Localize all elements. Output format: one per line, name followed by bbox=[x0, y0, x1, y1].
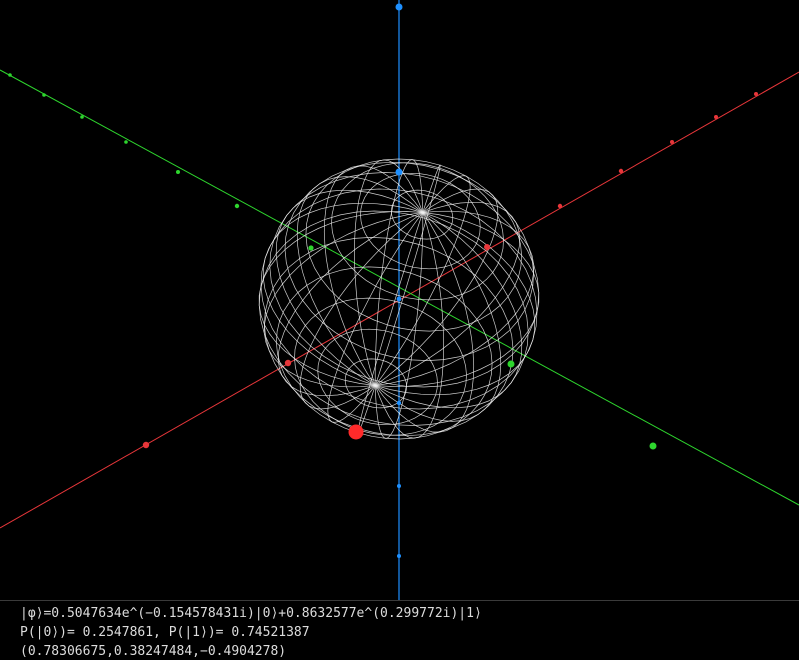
z-axis-tick-marker bbox=[397, 484, 401, 488]
sphere-latitude-line bbox=[317, 328, 438, 426]
sphere-latitude-line bbox=[258, 210, 529, 426]
z-axis-tick-marker bbox=[397, 554, 401, 558]
x-axis-tick-marker bbox=[142, 441, 150, 449]
z-axis-tick-marker bbox=[396, 296, 402, 302]
sphere-longitude-line bbox=[323, 165, 423, 386]
measurement-probabilities: P(|0⟩)= 0.2547861, P(|1⟩)= 0.74521387 bbox=[20, 625, 310, 640]
axis-markers bbox=[8, 3, 758, 558]
sphere-longitude-line bbox=[357, 212, 424, 434]
x-axis-tick-marker bbox=[714, 115, 718, 119]
z-axis-tick-marker bbox=[396, 400, 402, 406]
x-axis-tick-marker bbox=[754, 92, 758, 96]
y-axis-tick-marker bbox=[80, 115, 84, 119]
sphere-latitude-line bbox=[269, 172, 540, 388]
sphere-longitude-line bbox=[299, 212, 423, 410]
y-axis-tick-marker bbox=[308, 245, 314, 251]
sphere-longitude-line bbox=[374, 164, 441, 386]
sphere-longitude-line bbox=[375, 188, 499, 386]
z-axis-tick-marker bbox=[395, 3, 403, 11]
sphere-latitude-line bbox=[360, 172, 481, 270]
y-axis-tick-marker bbox=[124, 140, 128, 144]
x-axis-tick-marker bbox=[484, 244, 490, 250]
sphere-longitude-line bbox=[375, 212, 475, 433]
bloch-vector-coordinates: (0.78306675,0.38247484,−0.4904278) bbox=[20, 644, 287, 659]
bloch-sphere-scene[interactable] bbox=[0, 0, 799, 600]
y-axis-tick-marker bbox=[176, 170, 180, 174]
x-axis-tick-marker bbox=[284, 359, 292, 367]
z-axis-tick-marker bbox=[395, 168, 403, 176]
bloch-sphere-viewport[interactable] bbox=[0, 0, 799, 600]
y-axis-tick-marker bbox=[507, 360, 515, 368]
state-vector-marker bbox=[348, 424, 364, 440]
x-axis-tick-marker bbox=[557, 203, 563, 209]
y-axis-tick-marker bbox=[42, 93, 46, 97]
y-axis-tick-marker bbox=[234, 203, 240, 209]
y-axis-tick-marker bbox=[649, 442, 657, 450]
x-axis-tick-marker bbox=[670, 140, 674, 144]
state-info-panel: |φ⟩=0.5047634e^(−0.154578431i)|0⟩+0.8632… bbox=[0, 600, 799, 660]
y-axis-tick-marker bbox=[8, 73, 12, 77]
state-expression: |φ⟩=0.5047634e^(−0.154578431i)|0⟩+0.8632… bbox=[20, 606, 482, 621]
x-axis-tick-marker bbox=[618, 168, 624, 174]
